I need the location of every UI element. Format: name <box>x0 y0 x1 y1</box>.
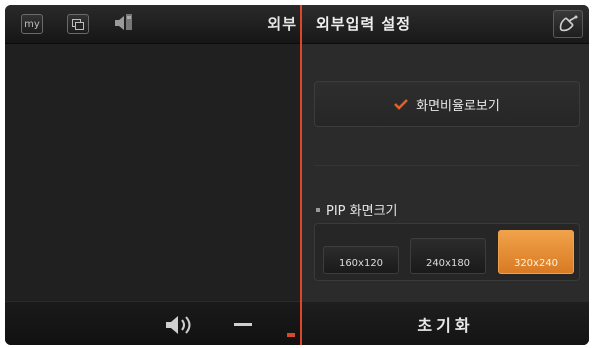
my-icon[interactable]: my <box>21 14 43 34</box>
video-area[interactable] <box>5 44 301 301</box>
volume-indicator <box>287 333 295 337</box>
video-panel: my 외부 <box>5 5 301 345</box>
video-title: 외부 <box>267 15 297 33</box>
pip-size-heading: PIP 화면크기 <box>316 200 398 219</box>
video-toolbar: my 외부 <box>5 5 301 44</box>
settings-header: 외부입력 설정 <box>302 5 589 44</box>
speaker-icon[interactable] <box>113 13 135 33</box>
reset-button[interactable]: 초기화 <box>302 301 589 345</box>
aspect-ratio-toggle[interactable]: 화면비율로보기 <box>314 81 580 127</box>
volume-down-button[interactable] <box>234 323 252 326</box>
pip-size-label: PIP 화면크기 <box>326 204 398 219</box>
volume-icon[interactable] <box>165 314 199 340</box>
section-separator <box>314 165 580 166</box>
bullet-icon <box>316 207 320 212</box>
reset-label: 초기화 <box>417 316 474 335</box>
window-icon[interactable] <box>67 14 89 34</box>
app-frame: my 외부 외부입력 설정 화면비율로보기 PIP 화면크기 160x120 2… <box>5 5 589 345</box>
settings-panel: 외부입력 설정 화면비율로보기 PIP 화면크기 160x120 240x180… <box>302 5 589 345</box>
pip-size-320x240[interactable]: 320x240 <box>498 230 574 274</box>
pip-size-240x180[interactable]: 240x180 <box>410 238 486 274</box>
satellite-dish-icon[interactable] <box>553 10 583 38</box>
pip-size-160x120[interactable]: 160x120 <box>323 246 399 274</box>
checkmark-icon <box>394 98 409 110</box>
panel-divider <box>300 5 302 345</box>
pip-size-group: 160x120 240x180 320x240 <box>314 223 580 281</box>
aspect-ratio-label: 화면비율로보기 <box>416 98 500 114</box>
settings-title: 외부입력 설정 <box>316 15 412 33</box>
volume-bar <box>5 301 301 345</box>
